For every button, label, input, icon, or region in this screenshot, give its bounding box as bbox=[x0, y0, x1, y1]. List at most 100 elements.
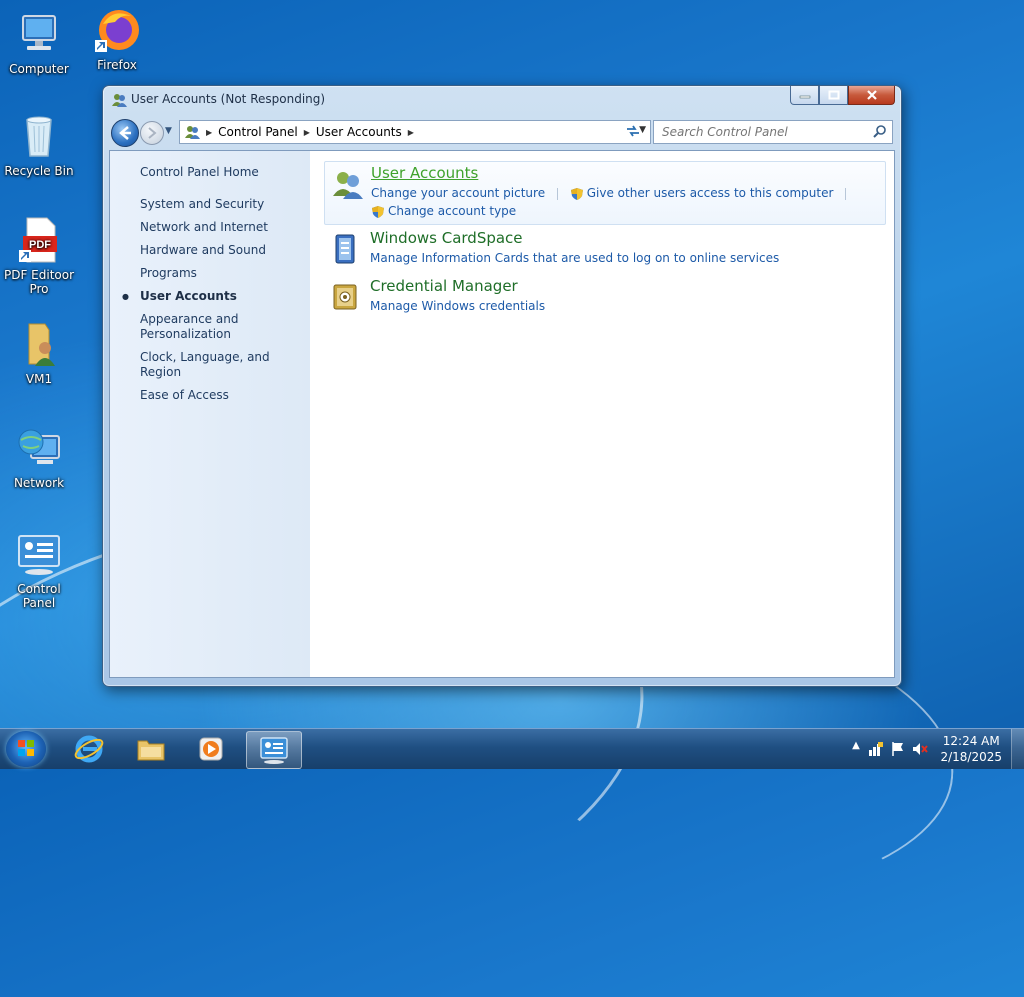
breadcrumb-control-panel[interactable]: Control Panel bbox=[218, 125, 298, 139]
desktop-icon-computer[interactable]: Computer bbox=[0, 10, 78, 76]
recycle-bin-icon bbox=[15, 112, 63, 160]
action-center-flag-icon[interactable] bbox=[890, 741, 906, 757]
user-accounts-title-link[interactable]: User Accounts bbox=[371, 164, 478, 182]
minimize-button[interactable] bbox=[790, 86, 819, 105]
taskbar-media-player[interactable] bbox=[184, 731, 238, 767]
svg-text:PDF: PDF bbox=[29, 239, 51, 251]
credential-manager-title-link[interactable]: Credential Manager bbox=[370, 277, 518, 295]
sidebar-item-user-accounts[interactable]: User Accounts bbox=[122, 289, 310, 304]
cardspace-links: Manage Information Cards that are used t… bbox=[370, 249, 880, 267]
search-box[interactable] bbox=[653, 120, 893, 144]
cardspace-icon bbox=[330, 233, 362, 265]
forward-arrow-icon bbox=[148, 127, 157, 139]
windows-logo-icon bbox=[18, 740, 34, 756]
address-bar[interactable]: ▶ Control Panel ▶ User Accounts ▶ ▼ bbox=[179, 120, 651, 144]
breadcrumb-user-accounts[interactable]: User Accounts bbox=[316, 125, 402, 139]
navigation-pane: Control Panel Home System and Security N… bbox=[110, 151, 310, 677]
user-accounts-window: User Accounts (Not Responding) ▼ ▶ Contr… bbox=[102, 85, 902, 687]
navigation-bar: ▼ ▶ Control Panel ▶ User Accounts ▶ ▼ bbox=[109, 118, 895, 147]
desktop-icon-firefox[interactable]: Firefox bbox=[78, 6, 156, 72]
show-hidden-icons-button[interactable]: ▲ bbox=[848, 740, 864, 756]
sidebar-item-hardware-sound[interactable]: Hardware and Sound bbox=[140, 243, 310, 258]
category-panel: User Accounts Change your account pictur… bbox=[324, 161, 886, 323]
desktop-icon-label: Recycle Bin bbox=[4, 164, 74, 178]
firefox-icon bbox=[93, 6, 141, 54]
chevron-right-icon[interactable]: ▶ bbox=[304, 128, 310, 137]
folder-user-icon bbox=[15, 320, 63, 368]
search-icon[interactable] bbox=[873, 124, 887, 138]
forward-button[interactable] bbox=[140, 121, 164, 145]
desktop-icon-label: VM1 bbox=[25, 372, 53, 386]
computer-icon bbox=[15, 10, 63, 58]
volume-muted-icon[interactable] bbox=[912, 741, 928, 757]
start-button[interactable] bbox=[6, 731, 46, 767]
search-input[interactable] bbox=[660, 124, 864, 140]
taskbar-control-panel[interactable] bbox=[246, 731, 302, 769]
clock-time: 12:24 AM bbox=[942, 734, 1000, 748]
clock-date: 2/18/2025 bbox=[940, 750, 1002, 764]
chevron-right-icon[interactable]: ▶ bbox=[206, 128, 212, 137]
manage-information-cards-link[interactable]: Manage Information Cards that are used t… bbox=[370, 251, 779, 265]
give-users-access-link[interactable]: Give other users access to this computer bbox=[587, 186, 834, 200]
uac-shield-icon bbox=[570, 187, 583, 200]
credential-manager-icon bbox=[330, 281, 362, 313]
clock[interactable]: 12:24 AM 2/18/2025 bbox=[940, 733, 1002, 765]
category-credential-manager: Credential Manager Manage Windows creden… bbox=[324, 275, 886, 321]
sidebar-item-network-internet[interactable]: Network and Internet bbox=[140, 220, 310, 235]
cardspace-title-link[interactable]: Windows CardSpace bbox=[370, 229, 523, 247]
window-title: User Accounts (Not Responding) bbox=[131, 92, 326, 106]
uac-shield-icon bbox=[372, 205, 384, 218]
sidebar-item-programs[interactable]: Programs bbox=[140, 266, 310, 281]
sidebar-item-clock-language[interactable]: Clock, Language, and Region bbox=[140, 350, 310, 380]
maximize-button[interactable] bbox=[819, 86, 848, 105]
sidebar-item-ease-of-access[interactable]: Ease of Access bbox=[140, 388, 310, 403]
refresh-button[interactable] bbox=[621, 120, 645, 142]
desktop-icon-recycle-bin[interactable]: Recycle Bin bbox=[0, 112, 78, 178]
desktop-icon-label: PDF Editoor Pro bbox=[3, 268, 75, 296]
title-bar[interactable]: User Accounts (Not Responding) bbox=[103, 86, 901, 114]
taskbar-windows-explorer[interactable] bbox=[124, 731, 178, 767]
sidebar-item-system-security[interactable]: System and Security bbox=[140, 197, 310, 212]
user-accounts-icon bbox=[331, 168, 363, 200]
close-icon bbox=[866, 90, 877, 100]
desktop-icon-label: Firefox bbox=[97, 58, 137, 72]
desktop-icon-label: Computer bbox=[9, 62, 69, 76]
category-user-accounts: User Accounts Change your account pictur… bbox=[324, 161, 886, 225]
control-panel-icon bbox=[260, 737, 288, 764]
system-tray: ▲ 12:24 AM 2/18/2025 bbox=[844, 729, 1024, 769]
minimize-icon bbox=[799, 95, 810, 99]
desktop-icon-label: Control Panel bbox=[17, 582, 61, 610]
control-panel-icon bbox=[15, 530, 63, 578]
control-panel-home-link[interactable]: Control Panel Home bbox=[140, 165, 259, 179]
desktop-icon-pdf-editor[interactable]: PDF PDF Editoor Pro bbox=[0, 216, 78, 296]
desktop-icon-control-panel[interactable]: Control Panel bbox=[0, 530, 78, 610]
chevron-right-icon[interactable]: ▶ bbox=[408, 128, 414, 137]
show-desktop-button[interactable] bbox=[1011, 729, 1024, 769]
desktop-icon-vm1[interactable]: VM1 bbox=[0, 320, 78, 386]
link-divider bbox=[556, 187, 558, 200]
address-bar-icon bbox=[184, 124, 200, 140]
change-account-picture-link[interactable]: Change your account picture bbox=[371, 186, 545, 200]
category-list: System and Security Network and Internet… bbox=[122, 197, 310, 411]
pdf-icon: PDF bbox=[15, 216, 63, 264]
caption-buttons bbox=[790, 86, 895, 106]
folder-icon bbox=[137, 740, 165, 761]
sidebar-item-appearance[interactable]: Appearance and Personalization bbox=[140, 312, 250, 342]
back-button[interactable] bbox=[111, 119, 139, 147]
desktop-icon-label: Network bbox=[13, 476, 65, 490]
change-account-type-link[interactable]: Change account type bbox=[388, 204, 516, 218]
user-accounts-links: Change your account picture Give other u… bbox=[371, 184, 881, 220]
internet-explorer-icon bbox=[74, 735, 104, 763]
desktop-icon-network[interactable]: Network bbox=[0, 424, 78, 490]
recent-pages-dropdown[interactable]: ▼ bbox=[165, 126, 175, 136]
close-button[interactable] bbox=[848, 86, 895, 105]
taskbar: ▲ 12:24 AM 2/18/2025 bbox=[0, 728, 1024, 769]
network-status-icon[interactable] bbox=[868, 741, 884, 757]
link-divider bbox=[845, 187, 847, 200]
refresh-icon bbox=[627, 125, 639, 137]
back-arrow-icon bbox=[119, 126, 131, 140]
manage-windows-credentials-link[interactable]: Manage Windows credentials bbox=[370, 299, 545, 313]
credential-manager-links: Manage Windows credentials bbox=[370, 297, 880, 315]
user-accounts-icon bbox=[111, 92, 127, 108]
taskbar-internet-explorer[interactable] bbox=[62, 731, 116, 767]
